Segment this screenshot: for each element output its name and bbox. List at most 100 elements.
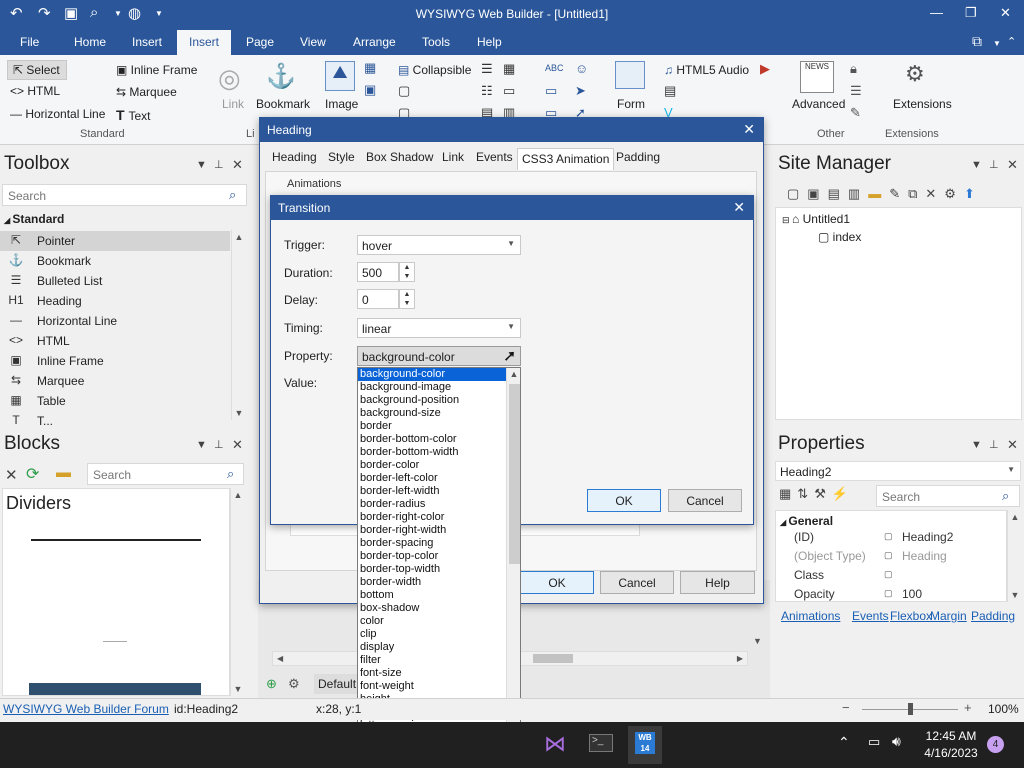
property-option[interactable]: border-color (358, 459, 506, 472)
toolbox-item[interactable]: ☰ Bulleted List (0, 271, 230, 291)
extensions-label[interactable]: Extensions (893, 97, 952, 111)
menu-help[interactable]: Help (477, 35, 502, 49)
panel-menu-icon[interactable]: ▼ (971, 159, 982, 171)
terminal-icon[interactable]: >_ (589, 734, 613, 752)
tab-padding[interactable]: Padding (616, 150, 660, 164)
property-option[interactable]: background-position (358, 394, 506, 407)
link-globe-icon[interactable]: ◎ (218, 63, 241, 94)
hline-tool[interactable]: — Horizontal Line (10, 107, 105, 121)
property-option[interactable]: font-size (358, 667, 506, 680)
property-link[interactable]: Padding (971, 609, 1015, 623)
chevron-down-icon[interactable]: ▼ (993, 39, 1001, 48)
panel-menu-icon[interactable]: ▼ (971, 439, 982, 451)
ribbon-collapse-icon[interactable]: ⌃ (1007, 35, 1016, 48)
form-list-icon[interactable]: ☷ (481, 83, 493, 99)
toolbox-item[interactable]: ▦ Table (0, 391, 230, 411)
menu-tools[interactable]: Tools (422, 35, 450, 49)
transition-ok-button[interactable]: OK (587, 489, 661, 512)
tab-style[interactable]: Style (328, 150, 355, 164)
close-icon[interactable]: ✕ (1007, 157, 1018, 173)
image-label[interactable]: Image (325, 97, 358, 111)
grid-icon[interactable]: ▦ (364, 60, 376, 76)
visual-studio-icon[interactable]: ⋈ (544, 731, 566, 757)
property-option[interactable]: border-top-color (358, 550, 506, 563)
property-option[interactable]: background-color (358, 368, 506, 381)
clock-date[interactable]: 4/16/2023 (918, 746, 984, 760)
page-settings-icon[interactable]: ⚙ (288, 676, 300, 692)
property-option[interactable]: box-shadow (358, 602, 506, 615)
close-icon[interactable]: ✕ (1000, 5, 1011, 21)
emoji-icon[interactable]: ☺ (575, 61, 588, 76)
divider-sample-bar[interactable] (29, 683, 201, 695)
sort-az-icon[interactable]: ⇅ (797, 486, 814, 501)
form-icon[interactable] (615, 61, 645, 89)
scroll-up-icon[interactable]: ▲ (231, 490, 245, 500)
textbox-icon[interactable]: ▭ (545, 83, 557, 99)
network-icon[interactable]: ▭ (868, 734, 880, 750)
property-option[interactable]: border-left-width (358, 485, 506, 498)
youtube-icon[interactable]: ▶ (760, 61, 770, 77)
property-option[interactable]: border-bottom-color (358, 433, 506, 446)
pin-icon[interactable]: ⊥ (989, 438, 999, 451)
toolbox-search-input[interactable]: Search (2, 184, 247, 206)
zoom-out-icon[interactable]: − (842, 700, 850, 715)
pin-icon[interactable]: ⊥ (214, 158, 224, 171)
notification-badge[interactable]: 4 (987, 736, 1004, 753)
toolbox-item[interactable]: H1 Heading (0, 291, 230, 311)
upload-icon[interactable]: ⬆ (964, 186, 983, 201)
clock-time[interactable]: 12:45 AM (918, 729, 984, 743)
wrench-icon[interactable]: ⚒ (814, 486, 832, 501)
minimize-icon[interactable]: — (930, 5, 943, 20)
scroll-down-icon[interactable]: ▼ (231, 684, 245, 694)
divider-sample[interactable] (31, 539, 201, 541)
search-icon[interactable]: ⌕ (229, 187, 236, 203)
property-option[interactable]: background-size (358, 407, 506, 420)
close-icon[interactable]: ✕ (1007, 437, 1018, 453)
property-link[interactable]: Margin (930, 609, 967, 623)
tab-link[interactable]: Link (442, 150, 464, 164)
close-icon[interactable]: ✕ (232, 437, 243, 453)
property-checkbox-icon[interactable]: ▢ (884, 569, 893, 580)
copy-page-icon[interactable]: ▣ (807, 186, 827, 201)
spellcheck-icon[interactable]: ABC (545, 63, 564, 73)
object-select[interactable]: Heading2 ▼ (775, 461, 1021, 481)
property-option[interactable]: bottom (358, 589, 506, 602)
marquee-tool[interactable]: ⇆ Marquee (116, 85, 177, 99)
property-value[interactable]: Heading2 (902, 530, 953, 544)
duration-input[interactable]: 500 (357, 262, 399, 282)
lightning-icon[interactable]: ⚡ (832, 486, 854, 501)
table-icon[interactable]: ▦ (503, 61, 515, 77)
add-page-icon[interactable]: ⊕ (266, 676, 277, 692)
toolbox-item[interactable]: <> HTML (0, 331, 230, 351)
menu-file[interactable]: File (20, 35, 39, 49)
properties-scrollbar[interactable]: ▲ ▼ (1007, 510, 1022, 602)
toolbox-item[interactable]: ⇆ Marquee (0, 371, 230, 391)
property-select[interactable]: background-color ▼ (357, 346, 521, 366)
search-icon[interactable]: ⌕ (1002, 488, 1009, 504)
heading-help-button[interactable]: Help (680, 571, 755, 594)
refresh-icon[interactable]: ⟳ (26, 464, 39, 484)
close-icon[interactable]: ✕ (743, 121, 755, 138)
close-icon[interactable]: ✕ (733, 199, 745, 216)
text-tool[interactable]: T Text (116, 107, 150, 123)
edit-icon[interactable]: ✎ (850, 105, 861, 121)
property-option[interactable]: color (358, 615, 506, 628)
advanced-label[interactable]: Advanced (792, 97, 845, 111)
property-option[interactable]: border-left-color (358, 472, 506, 485)
tab-events[interactable]: Events (476, 150, 513, 164)
delete-icon[interactable]: ✕ (925, 186, 944, 201)
delete-icon[interactable]: ✕ (5, 466, 18, 484)
property-checkbox-icon[interactable]: ▢ (884, 550, 893, 561)
timing-select[interactable]: linear ▼ (357, 318, 521, 338)
list-icon[interactable]: ☰ (481, 61, 493, 77)
iframe-tool[interactable]: ▣ Inline Frame (116, 63, 197, 77)
property-option[interactable]: border-spacing (358, 537, 506, 550)
property-link[interactable]: Animations (781, 609, 840, 623)
scroll-thumb[interactable] (533, 654, 573, 663)
delay-input[interactable]: 0 (357, 289, 399, 309)
tab-heading[interactable]: Heading (272, 150, 317, 164)
scroll-down-icon[interactable]: ▼ (753, 636, 762, 646)
toolbox-scrollbar[interactable]: ▲ ▼ (231, 230, 247, 420)
blocks-search-input[interactable]: Search (87, 463, 244, 485)
heading-ok-button[interactable]: OK (520, 571, 594, 594)
